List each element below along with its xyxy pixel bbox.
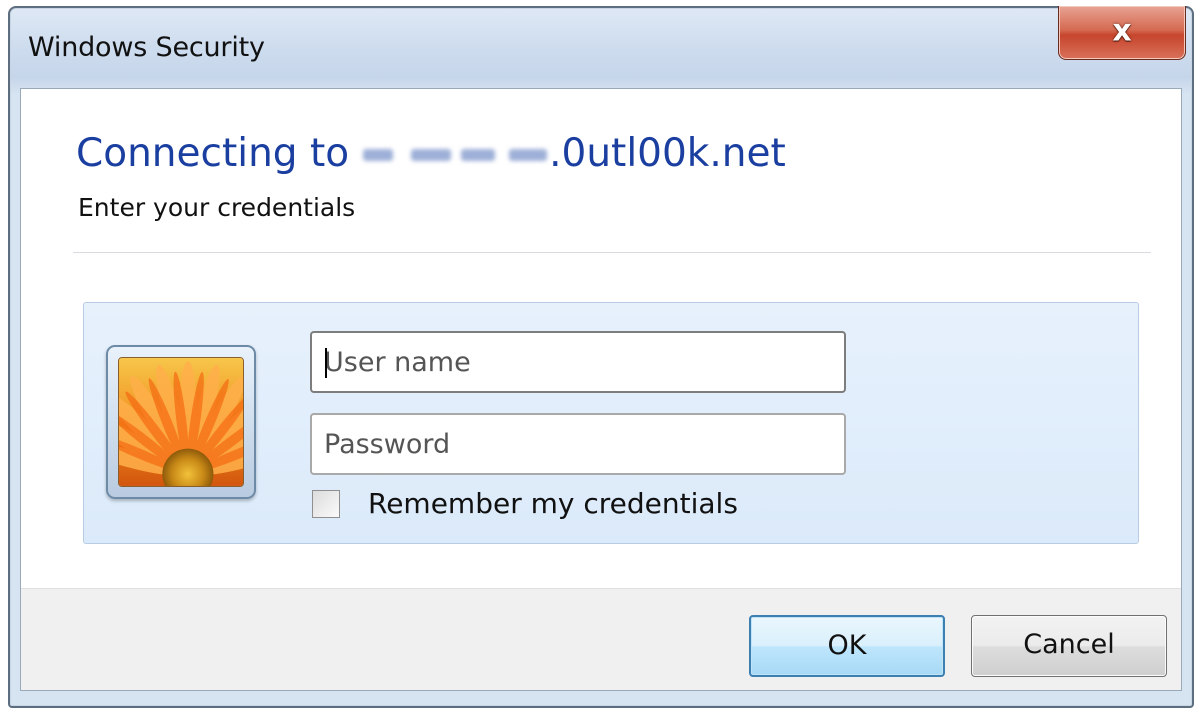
windows-security-dialog: Windows Security x Connecting to .0utl00k… <box>8 6 1194 708</box>
credentials-instruction: Enter your credentials <box>78 193 356 222</box>
dialog-content: Connecting to .0utl00k.net Enter your cre… <box>20 88 1182 691</box>
close-button[interactable]: x <box>1058 6 1186 60</box>
remember-credentials-label[interactable]: Remember my credentials <box>368 487 738 520</box>
username-input[interactable] <box>310 331 846 393</box>
user-picture-image <box>118 357 244 487</box>
close-icon: x <box>1112 13 1132 48</box>
cancel-button[interactable]: Cancel <box>971 615 1167 677</box>
redacted-hostname <box>363 139 548 169</box>
flower-user-picture-icon <box>106 345 256 499</box>
text-caret <box>325 348 327 378</box>
credential-tile[interactable]: Remember my credentials <box>83 302 1139 544</box>
server-domain: .0utl00k.net <box>549 131 786 176</box>
window-title: Windows Security <box>28 32 265 63</box>
title-bar[interactable]: Windows Security x <box>10 6 1192 88</box>
connecting-heading: Connecting to .0utl00k.net <box>76 131 786 176</box>
remember-credentials-checkbox[interactable] <box>312 490 340 518</box>
divider <box>73 252 1151 253</box>
password-input[interactable] <box>310 413 846 475</box>
connecting-prefix: Connecting to <box>76 131 350 176</box>
ok-button[interactable]: OK <box>749 615 945 677</box>
button-bar: OK Cancel <box>21 588 1181 690</box>
